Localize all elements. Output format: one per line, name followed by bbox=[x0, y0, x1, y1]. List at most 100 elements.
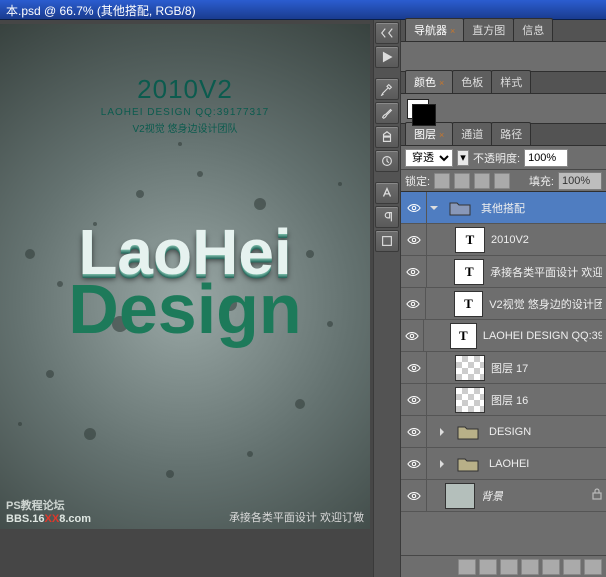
brush-icon[interactable] bbox=[375, 102, 399, 124]
text-layer-icon: T bbox=[454, 259, 484, 285]
headline-sub1: LAOHEI DESIGN QQ:39177317 bbox=[0, 107, 370, 118]
eye-icon[interactable] bbox=[401, 192, 427, 223]
collapse-icon[interactable] bbox=[375, 22, 399, 44]
tab-swatches[interactable]: 色板 bbox=[452, 70, 492, 93]
layer-name[interactable]: 图层 17 bbox=[491, 360, 528, 376]
eye-icon[interactable] bbox=[401, 320, 424, 351]
lock-all-icon[interactable] bbox=[494, 173, 510, 189]
headline-block: 2010V2 LAOHEI DESIGN QQ:39177317 V2视觉 悠身… bbox=[0, 74, 370, 135]
window-title: 本.psd @ 66.7% (其他搭配, RGB/8) bbox=[0, 0, 606, 20]
layer-background[interactable]: 背景 bbox=[401, 480, 606, 512]
layer-list[interactable]: 其他搭配 T 2010V2 T 承接各类平面设计 欢迎 T V2视觉 悠身边的设… bbox=[401, 192, 606, 555]
layer-name[interactable]: 图层 16 bbox=[491, 392, 528, 408]
group-icon[interactable] bbox=[542, 559, 560, 575]
chevron-down-icon[interactable] bbox=[427, 204, 441, 212]
tab-histogram[interactable]: 直方图 bbox=[463, 18, 514, 41]
layers-icon[interactable] bbox=[375, 230, 399, 252]
layer-name[interactable]: 其他搭配 bbox=[481, 200, 525, 216]
close-icon[interactable]: × bbox=[439, 78, 444, 88]
layer-name[interactable]: LAOHEI DESIGN QQ:3917 bbox=[483, 330, 602, 342]
tab-color[interactable]: 颜色× bbox=[405, 70, 453, 93]
layer-group-selected[interactable]: 其他搭配 bbox=[401, 192, 606, 224]
tab-navigator[interactable]: 导航器× bbox=[405, 18, 464, 41]
fill-value[interactable]: 100% bbox=[558, 172, 602, 190]
eye-icon[interactable] bbox=[401, 448, 427, 479]
layer-name[interactable]: LAOHEI bbox=[489, 458, 529, 470]
chevron-right-icon[interactable] bbox=[435, 460, 449, 468]
tab-styles[interactable]: 样式 bbox=[491, 70, 531, 93]
trash-icon[interactable] bbox=[584, 559, 602, 575]
close-icon[interactable]: × bbox=[439, 130, 444, 140]
layer-name[interactable]: 承接各类平面设计 欢迎 bbox=[490, 264, 602, 280]
canvas-footer: PS教程论坛 BBS.16XX8.com 承接各类平面设计 欢迎订做 bbox=[0, 489, 370, 529]
layer-name[interactable]: 2010V2 bbox=[491, 234, 529, 246]
blend-mode-select[interactable]: 穿透 bbox=[405, 149, 453, 167]
layer-group[interactable]: LAOHEI bbox=[401, 448, 606, 480]
fx-icon[interactable] bbox=[479, 559, 497, 575]
layer-item[interactable]: 图层 16 bbox=[401, 384, 606, 416]
navigator-panel bbox=[401, 42, 606, 72]
clone-icon[interactable] bbox=[375, 126, 399, 148]
layer-name[interactable]: V2视觉 悠身边的设计团 bbox=[489, 296, 602, 312]
character-icon[interactable] bbox=[375, 182, 399, 204]
chevron-right-icon[interactable] bbox=[435, 428, 449, 436]
layer-panel-footer bbox=[401, 555, 606, 577]
headline-sub2: V2视觉 悠身边设计团队 bbox=[0, 120, 370, 135]
lock-transparency-icon[interactable] bbox=[434, 173, 450, 189]
panel-stack: 导航器× 直方图 信息 颜色× 色板 样式 图层× 通道 路径 穿透 ▾ 不透明… bbox=[401, 20, 606, 577]
document-canvas[interactable]: 2010V2 LAOHEI DESIGN QQ:39177317 V2视觉 悠身… bbox=[0, 24, 370, 529]
link-icon[interactable] bbox=[458, 559, 476, 575]
watermark-line2: BBS.16XX8.com bbox=[6, 513, 91, 525]
tab-info[interactable]: 信息 bbox=[513, 18, 553, 41]
headline-year: 2010V2 bbox=[0, 74, 370, 105]
layer-item[interactable]: T 承接各类平面设计 欢迎 bbox=[401, 256, 606, 288]
fg-bg-swatch[interactable] bbox=[407, 99, 429, 119]
lock-pixels-icon[interactable] bbox=[454, 173, 470, 189]
fill-label: 填充: bbox=[529, 173, 554, 189]
color-tabs: 颜色× 色板 样式 bbox=[401, 72, 606, 94]
layer-name[interactable]: DESIGN bbox=[489, 426, 531, 438]
watermark: PS教程论坛 BBS.16XX8.com bbox=[6, 497, 91, 525]
play-icon[interactable] bbox=[375, 46, 399, 68]
opacity-value[interactable]: 100% bbox=[524, 149, 568, 167]
lock-row: 锁定: 填充: 100% bbox=[401, 170, 606, 192]
layer-item[interactable]: T 2010V2 bbox=[401, 224, 606, 256]
text-layer-icon: T bbox=[450, 323, 477, 349]
eye-icon[interactable] bbox=[401, 256, 427, 287]
lock-icon bbox=[592, 488, 602, 503]
bg-layer-thumb bbox=[445, 483, 475, 509]
eye-icon[interactable] bbox=[401, 416, 427, 447]
layer-item[interactable]: T LAOHEI DESIGN QQ:3917 bbox=[401, 320, 606, 352]
mask-icon[interactable] bbox=[500, 559, 518, 575]
layer-item[interactable]: T V2视觉 悠身边的设计团 bbox=[401, 288, 606, 320]
folder-icon bbox=[445, 195, 475, 221]
layer-name[interactable]: 背景 bbox=[481, 488, 503, 504]
eye-icon[interactable] bbox=[401, 224, 427, 255]
eye-icon[interactable] bbox=[401, 288, 426, 319]
watermark-line1: PS教程论坛 bbox=[6, 497, 91, 513]
eye-icon[interactable] bbox=[401, 384, 427, 415]
logo-block: LaoHei Design bbox=[0, 224, 370, 341]
lock-position-icon[interactable] bbox=[474, 173, 490, 189]
layer-group[interactable]: DESIGN bbox=[401, 416, 606, 448]
navigator-tabs: 导航器× 直方图 信息 bbox=[401, 20, 606, 42]
history-icon[interactable] bbox=[375, 150, 399, 172]
canvas-area: 2010V2 LAOHEI DESIGN QQ:39177317 V2视觉 悠身… bbox=[0, 20, 373, 577]
tab-channels[interactable]: 通道 bbox=[452, 122, 492, 145]
logo-line2: Design bbox=[0, 278, 370, 341]
chevron-down-icon[interactable]: ▾ bbox=[457, 150, 469, 166]
raster-layer-thumb bbox=[455, 387, 485, 413]
layers-tabs: 图层× 通道 路径 bbox=[401, 124, 606, 146]
adjustment-icon[interactable] bbox=[521, 559, 539, 575]
lock-label: 锁定: bbox=[405, 173, 430, 189]
tab-paths[interactable]: 路径 bbox=[491, 122, 531, 145]
color-panel bbox=[401, 94, 606, 124]
new-layer-icon[interactable] bbox=[563, 559, 581, 575]
eye-icon[interactable] bbox=[401, 352, 427, 383]
layer-item[interactable]: 图层 17 bbox=[401, 352, 606, 384]
paragraph-icon[interactable] bbox=[375, 206, 399, 228]
folder-icon bbox=[453, 419, 483, 445]
close-icon[interactable]: × bbox=[450, 26, 455, 36]
eye-icon[interactable] bbox=[401, 480, 427, 511]
tools-icon[interactable] bbox=[375, 78, 399, 100]
